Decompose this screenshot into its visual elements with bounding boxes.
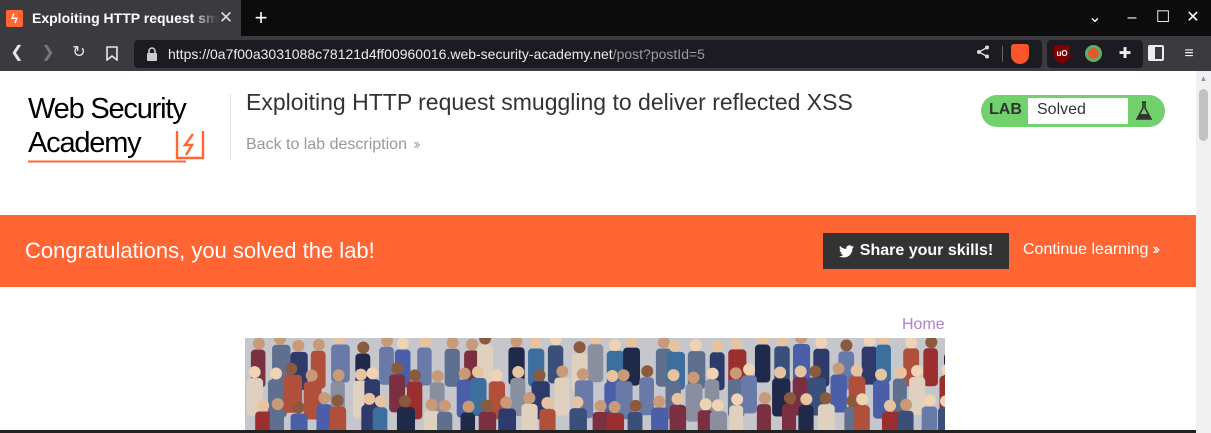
ublock-icon[interactable]: uO bbox=[1054, 45, 1070, 63]
twitter-icon bbox=[838, 244, 854, 257]
chevron-down-icon[interactable]: ⌄ bbox=[1083, 6, 1107, 30]
extensions-group: uO ✚ bbox=[1047, 40, 1143, 68]
close-tab-icon[interactable]: ✕ bbox=[217, 9, 235, 27]
extension-icon[interactable] bbox=[1085, 45, 1102, 62]
tab-strip: ϟ Exploiting HTTP request smuggling to d… bbox=[0, 0, 1211, 36]
close-window-button[interactable]: ✕ bbox=[1181, 6, 1205, 30]
puzzle-icon[interactable]: ✚ bbox=[1115, 44, 1135, 64]
continue-learning-link[interactable]: Continue learning ›› bbox=[1023, 241, 1160, 259]
browser-toolbar: ❮ ❯ ↻ https://0a7f00a3031088c78121d4ff00… bbox=[0, 36, 1211, 71]
page-content: Web Security Academy Exploiting HTTP req… bbox=[0, 71, 1196, 433]
lab-status-widget: LAB Solved bbox=[981, 95, 1165, 127]
url-path: /post?postId=5 bbox=[612, 46, 705, 62]
reload-button[interactable]: ↻ bbox=[67, 41, 91, 65]
maximize-button[interactable]: ☐ bbox=[1151, 6, 1175, 30]
double-chevron-icon: ›› bbox=[1152, 241, 1159, 258]
lock-icon bbox=[147, 47, 157, 61]
share-icon[interactable] bbox=[974, 45, 992, 63]
menu-icon[interactable]: ≡ bbox=[1179, 44, 1199, 64]
logo-line1: Web Security bbox=[28, 93, 187, 125]
address-bar[interactable]: https://0a7f00a3031088c78121d4ff00960016… bbox=[134, 40, 1042, 68]
post-image bbox=[245, 338, 945, 433]
web-security-academy-logo[interactable]: Web Security Academy bbox=[28, 94, 228, 168]
sidebar-icon[interactable] bbox=[1148, 45, 1164, 61]
double-chevron-icon: ›› bbox=[412, 136, 420, 153]
url-text[interactable]: https://0a7f00a3031088c78121d4ff00960016… bbox=[168, 46, 705, 62]
solved-banner: Congratulations, you solved the lab! Sha… bbox=[0, 215, 1196, 287]
lab-badge: LAB bbox=[989, 101, 1022, 118]
back-to-lab-description-link[interactable]: Back to lab description ›› bbox=[246, 136, 420, 154]
logo-underline bbox=[28, 160, 186, 163]
lab-status-box: Solved bbox=[1028, 98, 1128, 124]
flask-icon bbox=[1135, 101, 1153, 120]
share-button-label: Share your skills! bbox=[859, 242, 994, 259]
scroll-up-icon[interactable]: ▲ bbox=[1199, 75, 1208, 83]
share-skills-button[interactable]: Share your skills! bbox=[823, 233, 1009, 269]
divider bbox=[1002, 46, 1003, 62]
url-main: https://0a7f00a3031088c78121d4ff00960016… bbox=[168, 46, 613, 62]
lab-title: Exploiting HTTP request smuggling to del… bbox=[246, 89, 853, 115]
scroll-thumb[interactable] bbox=[1199, 89, 1208, 141]
back-link-label: Back to lab description bbox=[246, 136, 407, 153]
congratulations-message: Congratulations, you solved the lab! bbox=[25, 238, 375, 263]
home-link[interactable]: Home bbox=[902, 316, 945, 334]
minimize-button[interactable]: – bbox=[1120, 6, 1144, 30]
brave-shields-icon[interactable] bbox=[1011, 44, 1029, 64]
logo-line2: Academy bbox=[28, 127, 142, 159]
new-tab-button[interactable]: + bbox=[250, 6, 272, 30]
active-tab[interactable]: ϟ Exploiting HTTP request smuggling to d… bbox=[0, 0, 241, 36]
logo-bolt-icon bbox=[175, 131, 205, 160]
continue-link-label: Continue learning bbox=[1023, 241, 1149, 258]
bookmark-button[interactable] bbox=[100, 41, 124, 65]
header-divider bbox=[230, 94, 231, 160]
lightning-icon: ϟ bbox=[6, 9, 23, 27]
lab-status-value: Solved bbox=[1037, 101, 1086, 118]
page-scrollbar[interactable]: ▲ bbox=[1196, 71, 1211, 433]
tab-title: Exploiting HTTP request smuggling to del… bbox=[32, 10, 218, 26]
forward-button[interactable]: ❯ bbox=[36, 41, 60, 65]
back-button[interactable]: ❮ bbox=[5, 41, 29, 65]
